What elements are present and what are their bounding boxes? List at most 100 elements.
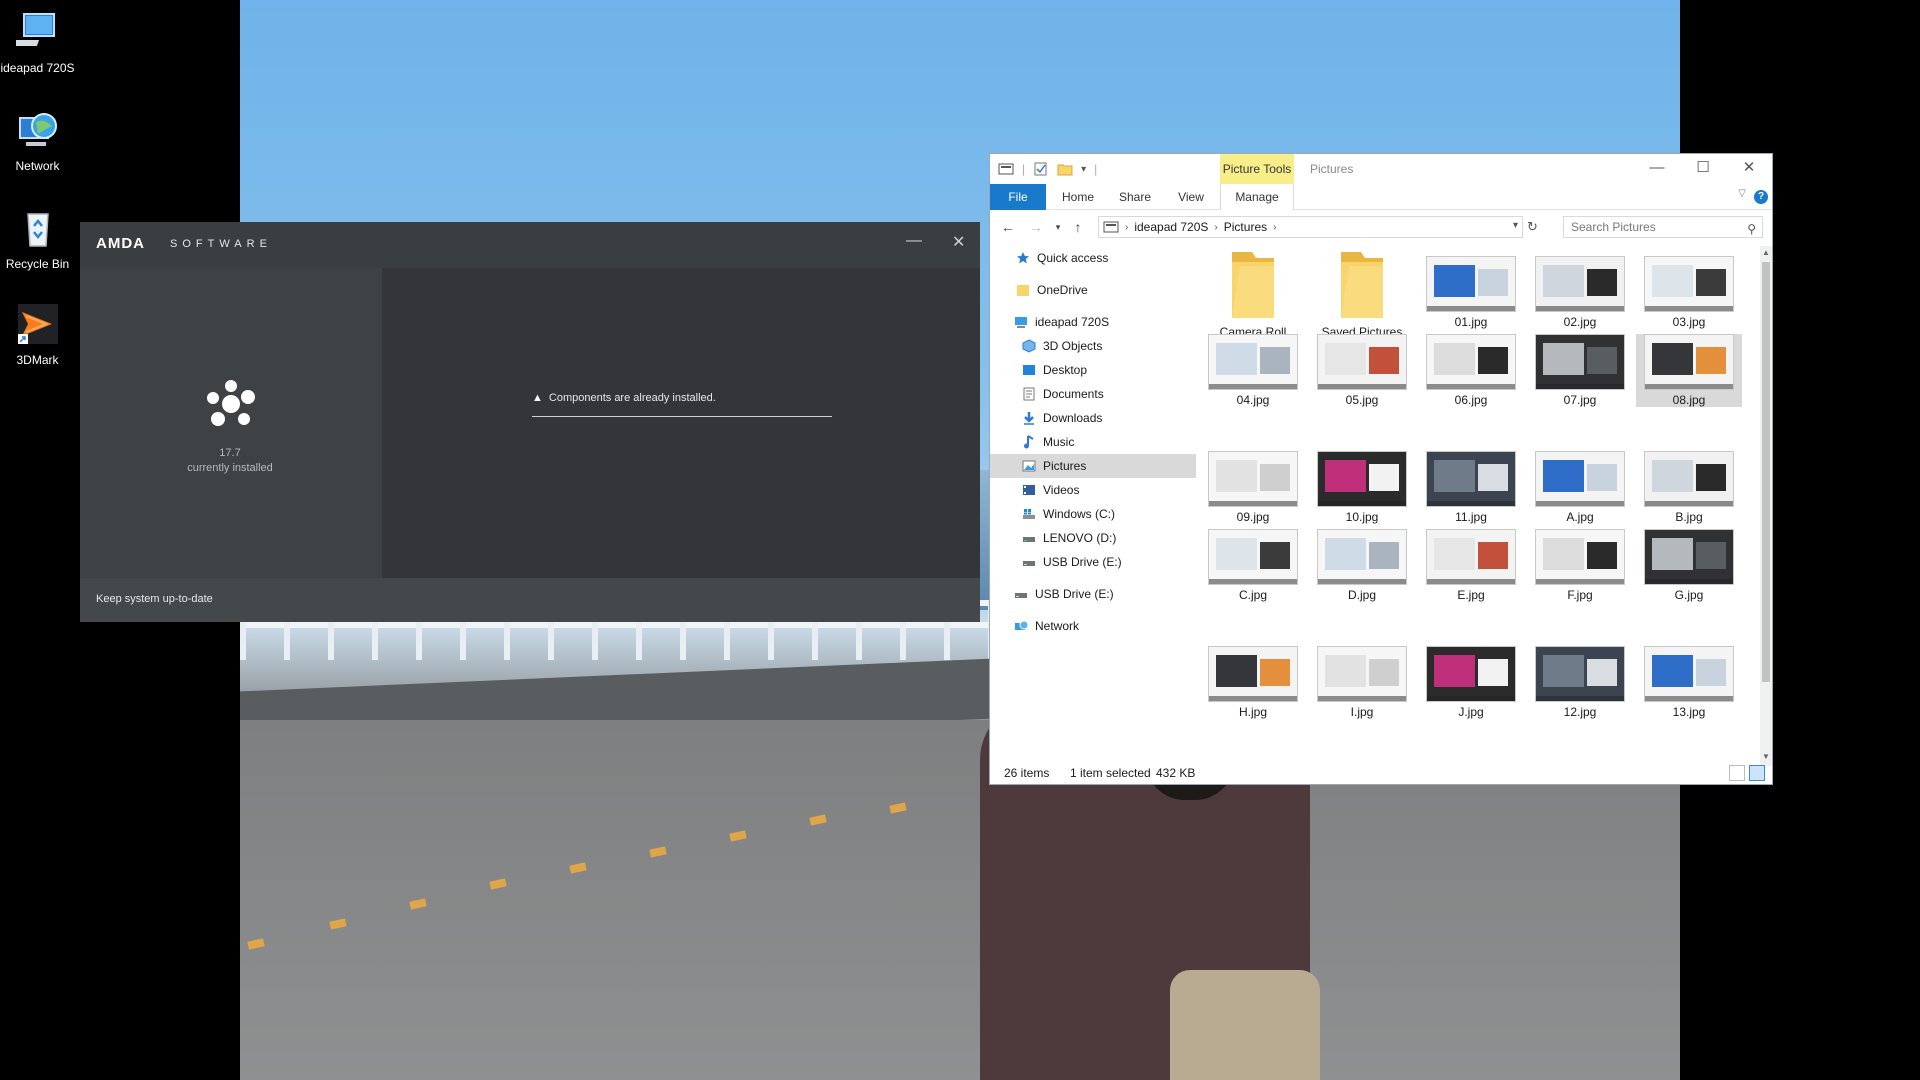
image-file-item[interactable]: 01.jpg <box>1418 256 1524 329</box>
network-icon <box>1015 620 1028 630</box>
amd-close-button[interactable]: ✕ <box>952 232 965 252</box>
address-dropdown-icon[interactable]: ▾ <box>1513 220 1518 231</box>
maximize-button[interactable]: ☐ <box>1680 154 1726 184</box>
image-thumbnail <box>1317 451 1407 507</box>
details-view-button[interactable] <box>1729 765 1745 781</box>
image-file-item[interactable]: 02.jpg <box>1527 256 1633 329</box>
image-file-item[interactable]: G.jpg <box>1636 529 1742 602</box>
tab-view[interactable]: View <box>1164 184 1218 210</box>
nav-item-onedrive[interactable]: OneDrive <box>990 278 1196 302</box>
close-button[interactable]: ✕ <box>1726 154 1772 184</box>
vertical-scrollbar[interactable]: ▲ ▼ <box>1760 246 1772 766</box>
new-folder-icon[interactable] <box>1057 161 1073 177</box>
image-file-item[interactable]: 12.jpg <box>1527 646 1633 719</box>
image-file-item[interactable]: F.jpg <box>1527 529 1633 602</box>
image-file-item[interactable]: 07.jpg <box>1527 334 1633 407</box>
scroll-up-arrow-icon[interactable]: ▲ <box>1761 248 1771 257</box>
search-input[interactable]: Search Pictures ⚲ <box>1563 216 1763 238</box>
nav-item-usb-drive-e-sub[interactable]: USB Drive (E:) <box>990 550 1196 574</box>
image-file-item[interactable]: J.jpg <box>1418 646 1524 719</box>
image-file-item[interactable]: D.jpg <box>1309 529 1415 602</box>
nav-item-quick-access[interactable]: Quick access <box>990 246 1196 270</box>
nav-item-lenovo-d[interactable]: LENOVO (D:) <box>990 526 1196 550</box>
nav-item-3d-objects[interactable]: 3D Objects <box>990 334 1196 358</box>
nav-item-documents[interactable]: Documents <box>990 382 1196 406</box>
properties-icon[interactable] <box>1033 161 1049 177</box>
minimize-button[interactable]: — <box>1634 154 1680 184</box>
desktop-icon-label: Network <box>15 159 60 173</box>
nav-item-windows-c[interactable]: Windows (C:) <box>990 502 1196 526</box>
file-name: 12.jpg <box>1563 705 1597 719</box>
image-file-item[interactable]: 03.jpg <box>1636 256 1742 329</box>
breadcrumb-separator: › <box>1273 221 1277 233</box>
nav-item-desktop[interactable]: Desktop <box>990 358 1196 382</box>
large-icons-view-button[interactable] <box>1749 765 1765 781</box>
drive-icon <box>1023 537 1035 542</box>
desktop-icon-label: Recycle Bin <box>5 257 70 271</box>
help-icon[interactable]: ? <box>1754 190 1768 204</box>
amd-titlebar[interactable]: AMDA SOFTWARE — ✕ <box>80 222 980 268</box>
desktop-icon-recycle-bin[interactable]: Recycle Bin <box>0 206 75 271</box>
refresh-icon[interactable]: ↻ <box>1527 219 1538 235</box>
customize-toolbar-icon[interactable]: ▾ <box>1081 164 1086 175</box>
file-name: G.jpg <box>1674 588 1704 602</box>
tab-manage[interactable]: Manage <box>1220 184 1294 210</box>
nav-item-downloads[interactable]: Downloads <box>990 406 1196 430</box>
image-thumbnail <box>1317 646 1407 702</box>
image-file-item[interactable]: 11.jpg <box>1418 451 1524 524</box>
tab-file[interactable]: File <box>990 184 1046 210</box>
explorer-titlebar[interactable]: | ▾ | Picture Tools Pictures — ☐ ✕ <box>990 154 1772 184</box>
image-file-item[interactable]: 04.jpg <box>1200 334 1306 407</box>
3dmark-icon <box>17 304 58 344</box>
nav-item-this-pc[interactable]: ideapad 720S <box>990 310 1196 334</box>
image-file-item[interactable]: 13.jpg <box>1636 646 1742 719</box>
image-file-item[interactable]: 08.jpg <box>1636 334 1742 407</box>
image-thumbnail <box>1208 334 1298 390</box>
nav-item-pictures[interactable]: Pictures <box>990 454 1196 478</box>
image-file-item[interactable]: 09.jpg <box>1200 451 1306 524</box>
image-thumbnail <box>1208 529 1298 585</box>
back-arrow-icon[interactable]: ← <box>1000 219 1016 235</box>
file-name: 01.jpg <box>1454 315 1488 329</box>
file-name: I.jpg <box>1350 705 1374 719</box>
nav-item-music[interactable]: Music <box>990 430 1196 454</box>
folder-item[interactable]: Camera Roll <box>1200 248 1306 339</box>
image-file-item[interactable]: C.jpg <box>1200 529 1306 602</box>
image-file-item[interactable]: H.jpg <box>1200 646 1306 719</box>
nav-item-usb-drive-e[interactable]: USB Drive (E:) <box>990 582 1196 606</box>
image-file-item[interactable]: A.jpg <box>1527 451 1633 524</box>
image-file-item[interactable]: 06.jpg <box>1418 334 1524 407</box>
desktop-icon-3dmark[interactable]: 3DMark <box>0 302 75 367</box>
breadcrumb-pictures[interactable]: Pictures <box>1224 220 1267 234</box>
scroll-down-arrow-icon[interactable]: ▼ <box>1761 752 1771 761</box>
tab-home[interactable]: Home <box>1050 184 1106 210</box>
tab-share[interactable]: Share <box>1106 184 1164 210</box>
image-file-item[interactable]: B.jpg <box>1636 451 1742 524</box>
address-bar[interactable]: › ideapad 720S › Pictures › ▾ <box>1098 216 1523 238</box>
image-thumbnail <box>1426 646 1516 702</box>
desktop-icon-network[interactable]: Network <box>0 108 75 173</box>
forward-arrow-icon[interactable]: → <box>1028 219 1044 235</box>
breadcrumb-this-pc[interactable]: ideapad 720S <box>1134 220 1208 234</box>
image-file-item[interactable]: 10.jpg <box>1309 451 1415 524</box>
amd-version-number: 17.7 <box>219 447 241 459</box>
recycle-bin-icon <box>26 213 49 247</box>
nav-item-network[interactable]: Network <box>990 614 1196 638</box>
expand-ribbon-chevron-icon[interactable]: ▽ <box>1738 188 1746 199</box>
image-thumbnail <box>1426 451 1516 507</box>
image-file-item[interactable]: E.jpg <box>1418 529 1524 602</box>
desktop-icon-this-pc[interactable]: ideapad 720S <box>0 10 75 75</box>
nav-item-label: Documents <box>1043 387 1104 401</box>
explorer-app-icon[interactable] <box>998 161 1014 177</box>
nav-item-label: OneDrive <box>1037 283 1088 297</box>
scrollbar-thumb[interactable] <box>1762 262 1770 682</box>
up-arrow-icon[interactable]: ↑ <box>1070 219 1086 235</box>
amd-minimize-button[interactable]: — <box>906 232 922 250</box>
windows-drive-icon <box>1023 509 1035 519</box>
image-file-item[interactable]: 05.jpg <box>1309 334 1415 407</box>
folder-item[interactable]: Saved Pictures <box>1309 248 1415 339</box>
image-file-item[interactable]: I.jpg <box>1309 646 1415 719</box>
amd-footer-text[interactable]: Keep system up-to-date <box>96 593 213 605</box>
nav-item-videos[interactable]: Videos <box>990 478 1196 502</box>
recent-locations-chevron-icon[interactable]: ▾ <box>1050 219 1066 235</box>
